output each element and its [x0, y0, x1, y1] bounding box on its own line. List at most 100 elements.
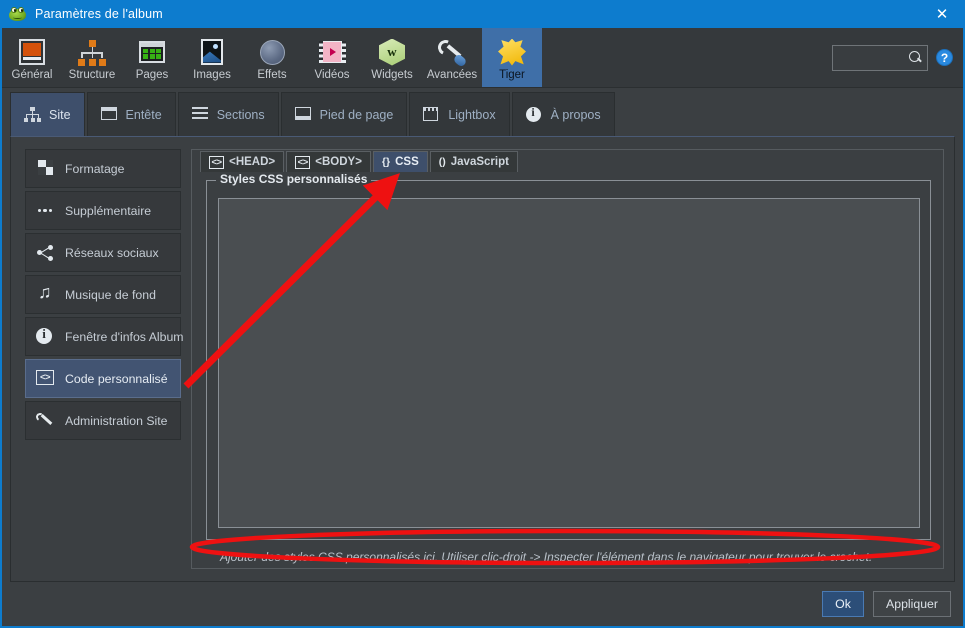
code-tab-body[interactable]: <> <BODY> [286, 151, 371, 172]
search-area: ? [832, 44, 953, 71]
tab-label: À propos [550, 107, 601, 122]
code-tab-head[interactable]: <> <HEAD> [200, 151, 285, 172]
toolbar-label: Pages [135, 68, 169, 81]
sections-icon [191, 107, 209, 122]
curly-braces-icon: {} [381, 156, 391, 168]
tab-lightbox[interactable]: Lightbox [409, 92, 510, 136]
parentheses-icon: () [438, 156, 446, 168]
sidebar-item-custom-code[interactable]: Code personnalisé [25, 359, 181, 398]
close-icon[interactable]: ✕ [919, 0, 965, 28]
sidebar-item-formatting[interactable]: Formatage [25, 149, 181, 188]
tab-label: Site [49, 107, 71, 122]
window-client-area: Général Structure Pages Images Effets Vi… [2, 28, 963, 626]
sidebar-item-album-info-window[interactable]: Fenêtre d'infos Album [25, 317, 184, 356]
toolbar-label: Vidéos [314, 68, 350, 81]
tab-footer[interactable]: Pied de page [280, 92, 408, 136]
lightbox-icon [423, 107, 440, 122]
videos-icon [317, 37, 347, 67]
code-brackets-icon: <> [209, 155, 225, 169]
tab-site[interactable]: Site [10, 92, 85, 136]
code-tab-label: <BODY> [315, 156, 362, 168]
tiger-icon [497, 37, 527, 67]
sidebar-item-label: Supplémentaire [65, 203, 152, 218]
toolbar-item-images[interactable]: Images [182, 28, 242, 87]
dialog-button-bar: Ok Appliquer [2, 582, 963, 626]
frog-icon [9, 6, 26, 23]
tab-label: Lightbox [448, 107, 496, 122]
wrench-icon [35, 411, 54, 430]
code-icon [36, 369, 54, 388]
sidebar-item-site-administration[interactable]: Administration Site [25, 401, 181, 440]
toolbar-item-general[interactable]: Général [2, 28, 62, 87]
window-title: Paramètres de l'album [35, 7, 163, 21]
groupbox-legend: Styles CSS personnalisés [216, 172, 372, 186]
main-toolbar: Général Structure Pages Images Effets Vi… [2, 28, 963, 88]
sidebar-item-social[interactable]: Réseaux sociaux [25, 233, 181, 272]
search-input[interactable] [837, 51, 909, 64]
toolbar-label: Widgets [371, 68, 413, 81]
apply-button[interactable]: Appliquer [873, 591, 951, 617]
sidebar-item-extra[interactable]: Supplémentaire [25, 191, 181, 230]
effects-icon [257, 37, 287, 67]
toolbar-label: Effets [257, 68, 287, 81]
help-icon[interactable]: ? [936, 49, 953, 66]
toolbar-item-effects[interactable]: Effets [242, 28, 302, 87]
code-tab-label: JavaScript [450, 156, 509, 168]
code-tab-css[interactable]: {} CSS [372, 151, 428, 172]
tab-header[interactable]: Entête [86, 92, 176, 136]
footer-icon [294, 107, 312, 122]
settings-sidebar: Formatage Supplémentaire Réseaux sociaux [11, 137, 184, 581]
checkerboard-icon [36, 159, 54, 178]
toolbar-item-advanced[interactable]: Avancées [422, 28, 482, 87]
music-note-icon [36, 282, 54, 304]
tab-label: Pied de page [319, 107, 394, 122]
toolbar-item-videos[interactable]: Vidéos [302, 28, 362, 87]
css-input[interactable] [218, 198, 920, 528]
toolbar-label: Général [11, 68, 53, 81]
sidebar-item-label: Code personnalisé [65, 371, 168, 386]
code-brackets-icon: <> [295, 155, 311, 169]
ellipsis-icon [36, 202, 54, 220]
hint-text: Ajouter des styles CSS personnalisés ici… [220, 550, 873, 564]
toolbar-item-structure[interactable]: Structure [62, 28, 122, 87]
ok-button[interactable]: Ok [822, 591, 865, 617]
album-settings-window: Paramètres de l'album ✕ Général Structur… [0, 0, 965, 628]
tab-label: Entête [125, 107, 162, 122]
search-icon[interactable] [909, 50, 923, 65]
main-panel: Formatage Supplémentaire Réseaux sociaux [10, 136, 955, 582]
header-icon [100, 107, 118, 122]
code-tab-label: <HEAD> [229, 156, 276, 168]
info-icon [36, 326, 54, 346]
toolbar-item-tiger[interactable]: Tiger [482, 28, 542, 87]
share-icon [36, 244, 54, 262]
tab-sections[interactable]: Sections [177, 92, 279, 136]
sidebar-item-label: Formatage [65, 161, 125, 176]
toolbar-item-widgets[interactable]: Widgets [362, 28, 422, 87]
custom-css-groupbox: Styles CSS personnalisés Ajouter des sty… [206, 172, 931, 568]
sidebar-item-background-music[interactable]: Musique de fond [25, 275, 181, 314]
tab-about[interactable]: À propos [511, 92, 615, 136]
search-box[interactable] [832, 44, 928, 71]
sidebar-item-label: Administration Site [65, 413, 168, 428]
toolbar-label: Tiger [499, 68, 525, 81]
pages-icon [137, 37, 167, 67]
toolbar-label: Images [193, 68, 231, 81]
code-tab-label: CSS [395, 156, 419, 168]
sidebar-item-label: Musique de fond [65, 287, 156, 302]
tab-label: Sections [216, 107, 265, 122]
widgets-icon [377, 37, 407, 67]
code-tab-javascript[interactable]: () JavaScript [429, 151, 518, 172]
code-tab-strip: <> <HEAD> <> <BODY> {} CSS () JavaScript [192, 150, 943, 172]
general-icon [17, 37, 47, 67]
toolbar-item-pages[interactable]: Pages [122, 28, 182, 87]
custom-code-content: <> <HEAD> <> <BODY> {} CSS () JavaScript [191, 149, 944, 569]
sitemap-icon [24, 107, 41, 122]
sidebar-item-label: Réseaux sociaux [65, 245, 159, 260]
advanced-icon [435, 37, 468, 68]
info-icon [525, 105, 543, 122]
sidebar-item-label: Fenêtre d'infos Album [65, 329, 184, 344]
toolbar-label: Structure [68, 68, 116, 81]
structure-icon [77, 37, 107, 67]
images-icon [197, 37, 227, 67]
toolbar-label: Avancées [426, 68, 478, 81]
